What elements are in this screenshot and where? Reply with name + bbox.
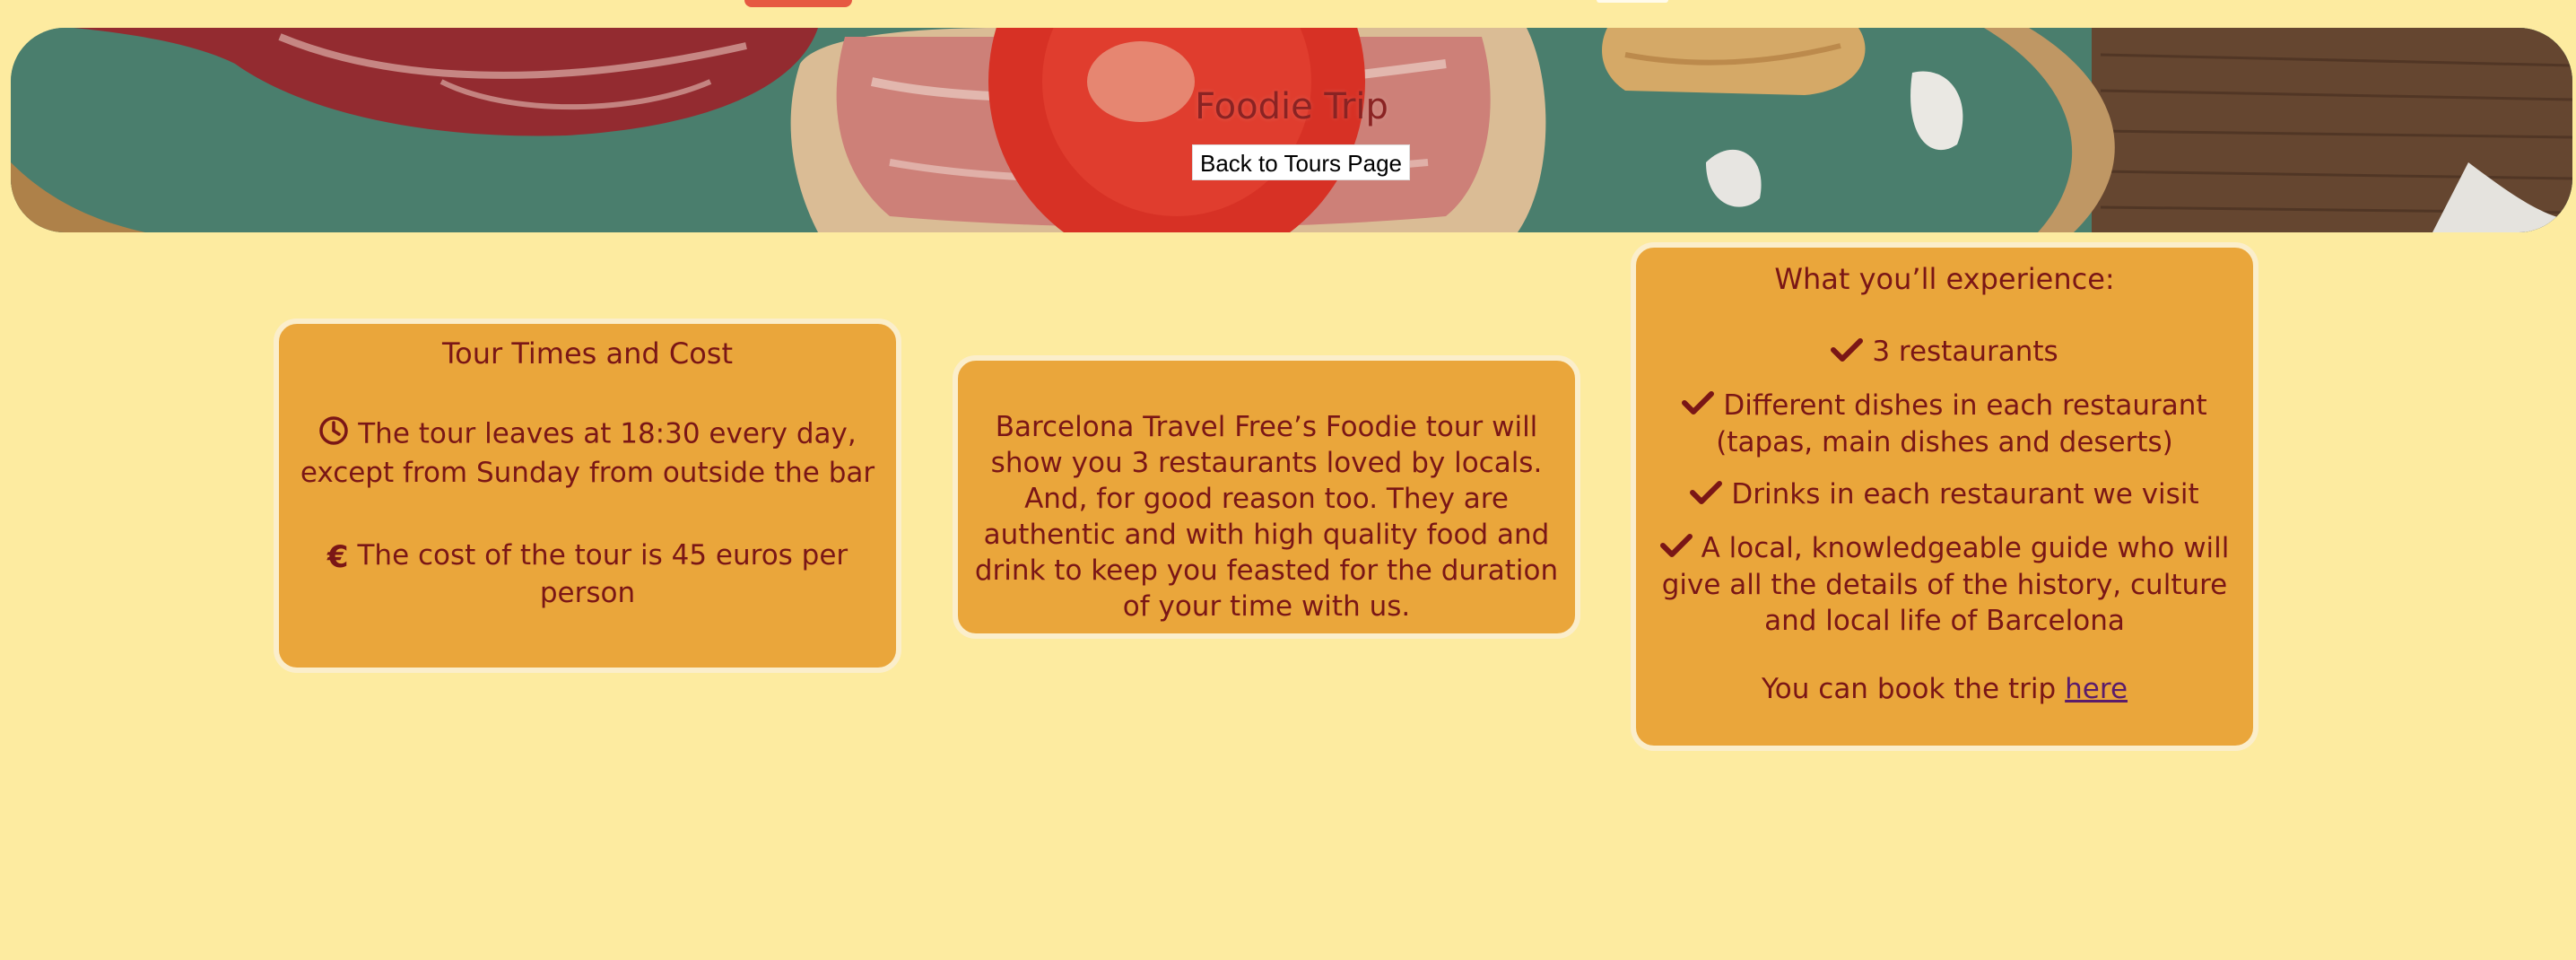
back-to-tours-button[interactable]: Back to Tours Page <box>1192 144 1410 180</box>
booking-link[interactable]: here <box>2065 673 2128 705</box>
check-icon <box>1682 388 1715 424</box>
euro-icon: € <box>326 538 349 575</box>
list-item: 3 restaurants <box>1647 334 2242 371</box>
check-icon <box>1659 531 1693 567</box>
tour-description-card: Barcelona Travel Free’s Foodie tour will… <box>953 355 1580 639</box>
page-title: Foodie Trip <box>1195 86 1388 127</box>
tour-times-card: Tour Times and Cost The tour leaves at 1… <box>274 319 901 673</box>
booking-text: You can book the trip <box>1761 673 2057 705</box>
hero-food-image <box>11 28 2572 232</box>
tour-time-text: The tour leaves at 18:30 every day, exce… <box>300 417 875 490</box>
tour-description-text: Barcelona Travel Free’s Foodie tour will… <box>974 411 1559 623</box>
experience-card: What you’ll experience: 3 restaurants Di… <box>1631 242 2258 751</box>
experience-item-text: Drinks in each restaurant we visit <box>1731 478 2199 511</box>
list-item: Drinks in each restaurant we visit <box>1647 476 2242 514</box>
experience-item-text: A local, knowledgeable guide who will gi… <box>1661 531 2230 638</box>
list-item: Different dishes in each restaurant (tap… <box>1647 388 2242 461</box>
previous-section-edge <box>744 0 852 7</box>
experience-item-text: 3 restaurants <box>1872 336 2058 368</box>
booking-line: You can book the trip here <box>1647 671 2242 707</box>
experience-title: What you’ll experience: <box>1774 262 2115 296</box>
check-icon <box>1690 478 1723 514</box>
tour-time-info: The tour leaves at 18:30 every day, exce… <box>290 415 885 491</box>
previous-section-edge <box>1597 0 1668 3</box>
check-icon <box>1831 336 1864 371</box>
experience-item-text: Different dishes in each restaurant (tap… <box>1716 388 2207 459</box>
list-item: A local, knowledgeable guide who will gi… <box>1647 530 2242 640</box>
tour-times-title: Tour Times and Cost <box>442 336 733 371</box>
experience-list: 3 restaurants Different dishes in each r… <box>1647 334 2242 639</box>
tour-cost-text: The cost of the tour is 45 euros per per… <box>357 539 849 609</box>
hero-banner: Foodie Trip Back to Tours Page <box>11 28 2572 232</box>
tour-cost-info: € The cost of the tour is 45 euros per pe… <box>290 537 885 611</box>
clock-icon <box>318 415 349 455</box>
